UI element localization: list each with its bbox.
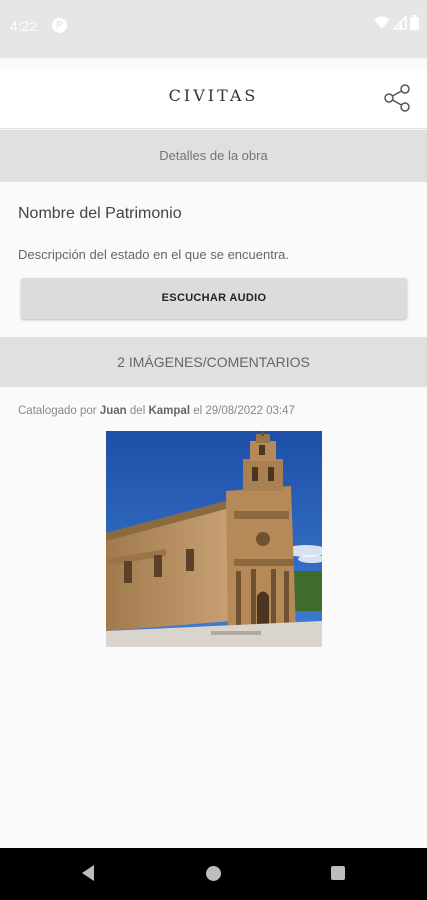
notification-badge-icon: P xyxy=(52,18,67,33)
catalog-first-name: Juan xyxy=(99,405,127,417)
app-title: CIVITAS xyxy=(168,86,259,105)
app-bar: CIVITAS xyxy=(0,68,427,129)
catalog-datetime: 29/08/2022 03:47 xyxy=(205,405,295,417)
share-button[interactable] xyxy=(381,82,413,114)
catalog-info: Catalogado por Juan del Kampal el 29/08/… xyxy=(18,405,295,417)
heritage-description: Descripción del estado en el que se encu… xyxy=(18,247,290,262)
back-icon[interactable] xyxy=(82,865,94,881)
listen-audio-button[interactable]: ESCUCHAR AUDIO xyxy=(21,278,407,319)
heritage-name: Nombre del Patrimonio xyxy=(18,205,182,222)
status-time: 4:22 xyxy=(10,18,38,34)
home-icon[interactable] xyxy=(206,866,221,881)
status-bar: 4:22 P xyxy=(0,0,427,58)
wifi-icon xyxy=(374,16,390,29)
recent-apps-icon[interactable] xyxy=(331,866,345,880)
heritage-photo[interactable] xyxy=(106,431,322,647)
catalog-last-name: Kampal xyxy=(148,405,191,417)
images-comments-header[interactable]: 2 IMÁGENES/COMENTARIOS xyxy=(0,337,427,387)
status-icons xyxy=(374,15,419,30)
signal-icon xyxy=(393,15,407,30)
catalog-connector: del xyxy=(129,405,146,417)
share-icon xyxy=(384,84,410,112)
catalog-date-prefix: el xyxy=(193,405,203,417)
system-nav-bar xyxy=(0,848,427,900)
details-section-header: Detalles de la obra xyxy=(0,130,427,182)
catalog-prefix: Catalogado por xyxy=(18,405,97,417)
battery-icon xyxy=(410,15,419,30)
